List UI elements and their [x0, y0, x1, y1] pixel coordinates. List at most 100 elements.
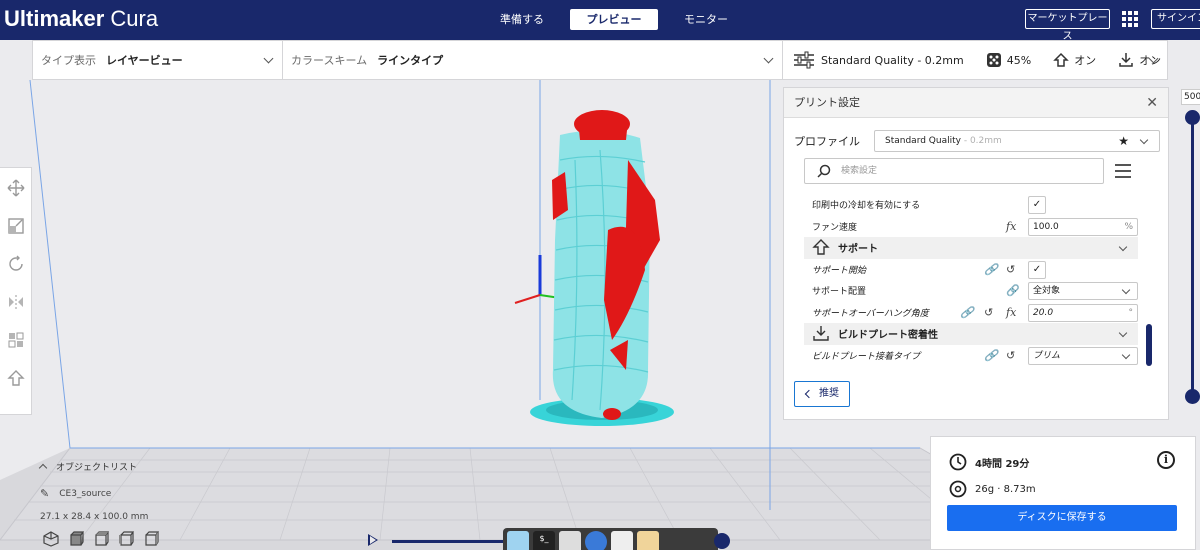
- marketplace-button[interactable]: マーケットプレース: [1025, 9, 1110, 42]
- support-category-icon: [812, 239, 830, 255]
- category-support[interactable]: サポート: [804, 237, 1138, 259]
- overhang-angle-input[interactable]: 20.0 °: [1028, 303, 1138, 322]
- profile-dropdown[interactable]: Standard Quality - 0.2mm ★: [874, 130, 1160, 152]
- layer-number-input[interactable]: 500: [1181, 89, 1200, 105]
- profile-label: プロファイル: [794, 135, 860, 148]
- mirror-tool-icon[interactable]: [6, 292, 26, 312]
- home-folder-icon[interactable]: [559, 531, 581, 550]
- close-icon[interactable]: ✕: [1146, 88, 1158, 118]
- settings-search-input[interactable]: 検索設定: [804, 158, 1104, 184]
- tab-prepare[interactable]: 準備する: [478, 9, 566, 30]
- color-scheme-dropdown[interactable]: カラースキーム ラインタイプ: [283, 41, 783, 79]
- reset-icon[interactable]: ↺: [1006, 263, 1015, 276]
- infill-indicator: 45%: [986, 52, 1031, 68]
- files-icon[interactable]: [637, 531, 659, 550]
- recommended-button[interactable]: 推奨: [794, 381, 850, 407]
- function-icon[interactable]: fx: [1006, 220, 1016, 233]
- browser-icon[interactable]: [585, 531, 607, 550]
- setting-cooling-enable: 印刷中の冷却を有効にする ✓: [804, 194, 1138, 216]
- move-tool-icon[interactable]: [6, 178, 26, 198]
- 3d-view-icon[interactable]: [43, 531, 59, 547]
- fan-speed-input[interactable]: 100.0%: [1028, 217, 1138, 236]
- adhesion-category-icon: [813, 326, 829, 341]
- save-to-disk-button[interactable]: ディスクに保存する: [947, 505, 1177, 531]
- scale-tool-icon[interactable]: [6, 216, 26, 236]
- setting-support-placement: サポート配置 🔗 全対象: [804, 280, 1138, 302]
- apps-grid-icon[interactable]: [1122, 11, 1138, 27]
- tab-preview[interactable]: プレビュー: [570, 9, 658, 30]
- print-settings-panel: プリント設定 ✕ プロファイル Standard Quality - 0.2mm…: [783, 87, 1169, 420]
- setting-overhang-angle: サポートオーバーハング角度 🔗 ↺ fx 20.0 °: [804, 302, 1138, 324]
- infill-icon: [986, 53, 1001, 67]
- panel-header: プリント設定 ✕: [784, 88, 1168, 118]
- per-model-settings-icon[interactable]: [6, 330, 26, 350]
- chevron-down-icon: [263, 53, 274, 64]
- color-scheme-value: ラインタイプ: [377, 54, 444, 67]
- setting-fan-speed: ファン速度 fx 100.0%: [804, 216, 1138, 238]
- chevron-down-icon: [1139, 135, 1149, 145]
- print-setup-selector[interactable]: Standard Quality - 0.2mm 45% オン オン: [783, 41, 1167, 79]
- link-icon[interactable]: 🔗: [1006, 284, 1020, 297]
- link-icon[interactable]: 🔗: [984, 263, 998, 276]
- top-view-icon[interactable]: [93, 531, 109, 547]
- left-view-icon[interactable]: [118, 531, 134, 547]
- support-checkbox[interactable]: ✓: [1028, 260, 1046, 279]
- search-icon: [817, 164, 831, 178]
- profile-row: プロファイル Standard Quality - 0.2mm ★: [794, 130, 1160, 152]
- category-adhesion[interactable]: ビルドプレート密着性: [804, 323, 1138, 345]
- chevron-down-icon: [1118, 242, 1128, 252]
- view-type-value: レイヤービュー: [106, 54, 183, 67]
- os-taskbar: $_: [503, 528, 718, 550]
- link-icon[interactable]: 🔗: [960, 306, 974, 319]
- view-type-label: タイプ表示: [41, 54, 96, 67]
- left-toolbar: [0, 167, 32, 415]
- support-icon: [1053, 52, 1069, 67]
- adhesion-icon: [1119, 53, 1133, 67]
- layer-slider-track[interactable]: [1191, 115, 1194, 400]
- cooling-checkbox[interactable]: ✓: [1028, 196, 1046, 214]
- object-list: オブジェクトリスト ✎ CE3_source 27.1 x 28.4 x 100…: [38, 460, 260, 522]
- stage-tabs: 準備する プレビュー モニター: [478, 9, 754, 30]
- play-icon[interactable]: [368, 534, 378, 546]
- settings-scrollbar[interactable]: [1146, 324, 1152, 366]
- reset-icon[interactable]: ↺: [984, 306, 993, 319]
- info-icon[interactable]: i: [1157, 451, 1175, 469]
- link-icon[interactable]: 🔗: [984, 349, 998, 362]
- support-blocker-icon[interactable]: [6, 368, 26, 388]
- object-dimensions: 27.1 x 28.4 x 100.0 mm: [40, 512, 149, 522]
- chevron-up-icon: [38, 463, 48, 473]
- search-app-icon[interactable]: [611, 531, 633, 550]
- quality-label: Standard Quality - 0.2mm: [821, 53, 964, 67]
- settings-list: 印刷中の冷却を有効にする ✓ ファン速度 fx 100.0% サポート サポート…: [804, 194, 1138, 374]
- support-placement-select[interactable]: 全対象: [1028, 282, 1138, 300]
- right-view-icon[interactable]: [143, 531, 159, 547]
- layer-slider-bottom-handle[interactable]: [1185, 389, 1200, 404]
- reset-icon[interactable]: ↺: [1006, 349, 1015, 362]
- tab-monitor[interactable]: モニター: [662, 9, 750, 30]
- view-type-dropdown[interactable]: タイプ表示 レイヤービュー: [33, 41, 283, 79]
- terminal-icon[interactable]: $_: [533, 531, 555, 550]
- function-icon[interactable]: fx: [1006, 306, 1016, 319]
- settings-menu-icon[interactable]: [1115, 164, 1131, 178]
- object-list-header[interactable]: オブジェクトリスト: [38, 460, 260, 473]
- camera-view-buttons: [43, 531, 159, 547]
- adhesion-type-select[interactable]: ブリム: [1028, 346, 1138, 365]
- print-time-row: 4時間 29分: [949, 453, 1029, 471]
- spool-icon: [949, 480, 967, 498]
- layer-slider-top-handle[interactable]: [1185, 110, 1200, 125]
- rotate-tool-icon[interactable]: [6, 254, 26, 274]
- top-bar: Ultimaker Cura 準備する プレビュー モニター マーケットプレース…: [0, 0, 1200, 42]
- view-options-bar: タイプ表示 レイヤービュー カラースキーム ラインタイプ Standard Qu…: [32, 40, 1168, 80]
- pencil-icon[interactable]: ✎: [40, 487, 49, 500]
- front-view-icon[interactable]: [68, 531, 84, 547]
- panel-title: プリント設定: [794, 96, 860, 109]
- setting-adhesion-type: ビルドプレート接着タイプ 🔗 ↺ ブリム: [804, 345, 1138, 367]
- simulation-slider-handle[interactable]: [714, 533, 730, 549]
- signin-button[interactable]: サインイン: [1151, 9, 1200, 29]
- star-icon[interactable]: ★: [1118, 131, 1129, 151]
- desktop-icon[interactable]: [507, 531, 529, 550]
- color-scheme-label: カラースキーム: [291, 54, 368, 67]
- object-file-row[interactable]: ✎ CE3_source: [40, 487, 260, 500]
- output-panel: 4時間 29分 i 26g · 8.73m ディスクに保存する: [930, 436, 1196, 550]
- material-row: 26g · 8.73m: [949, 480, 1036, 498]
